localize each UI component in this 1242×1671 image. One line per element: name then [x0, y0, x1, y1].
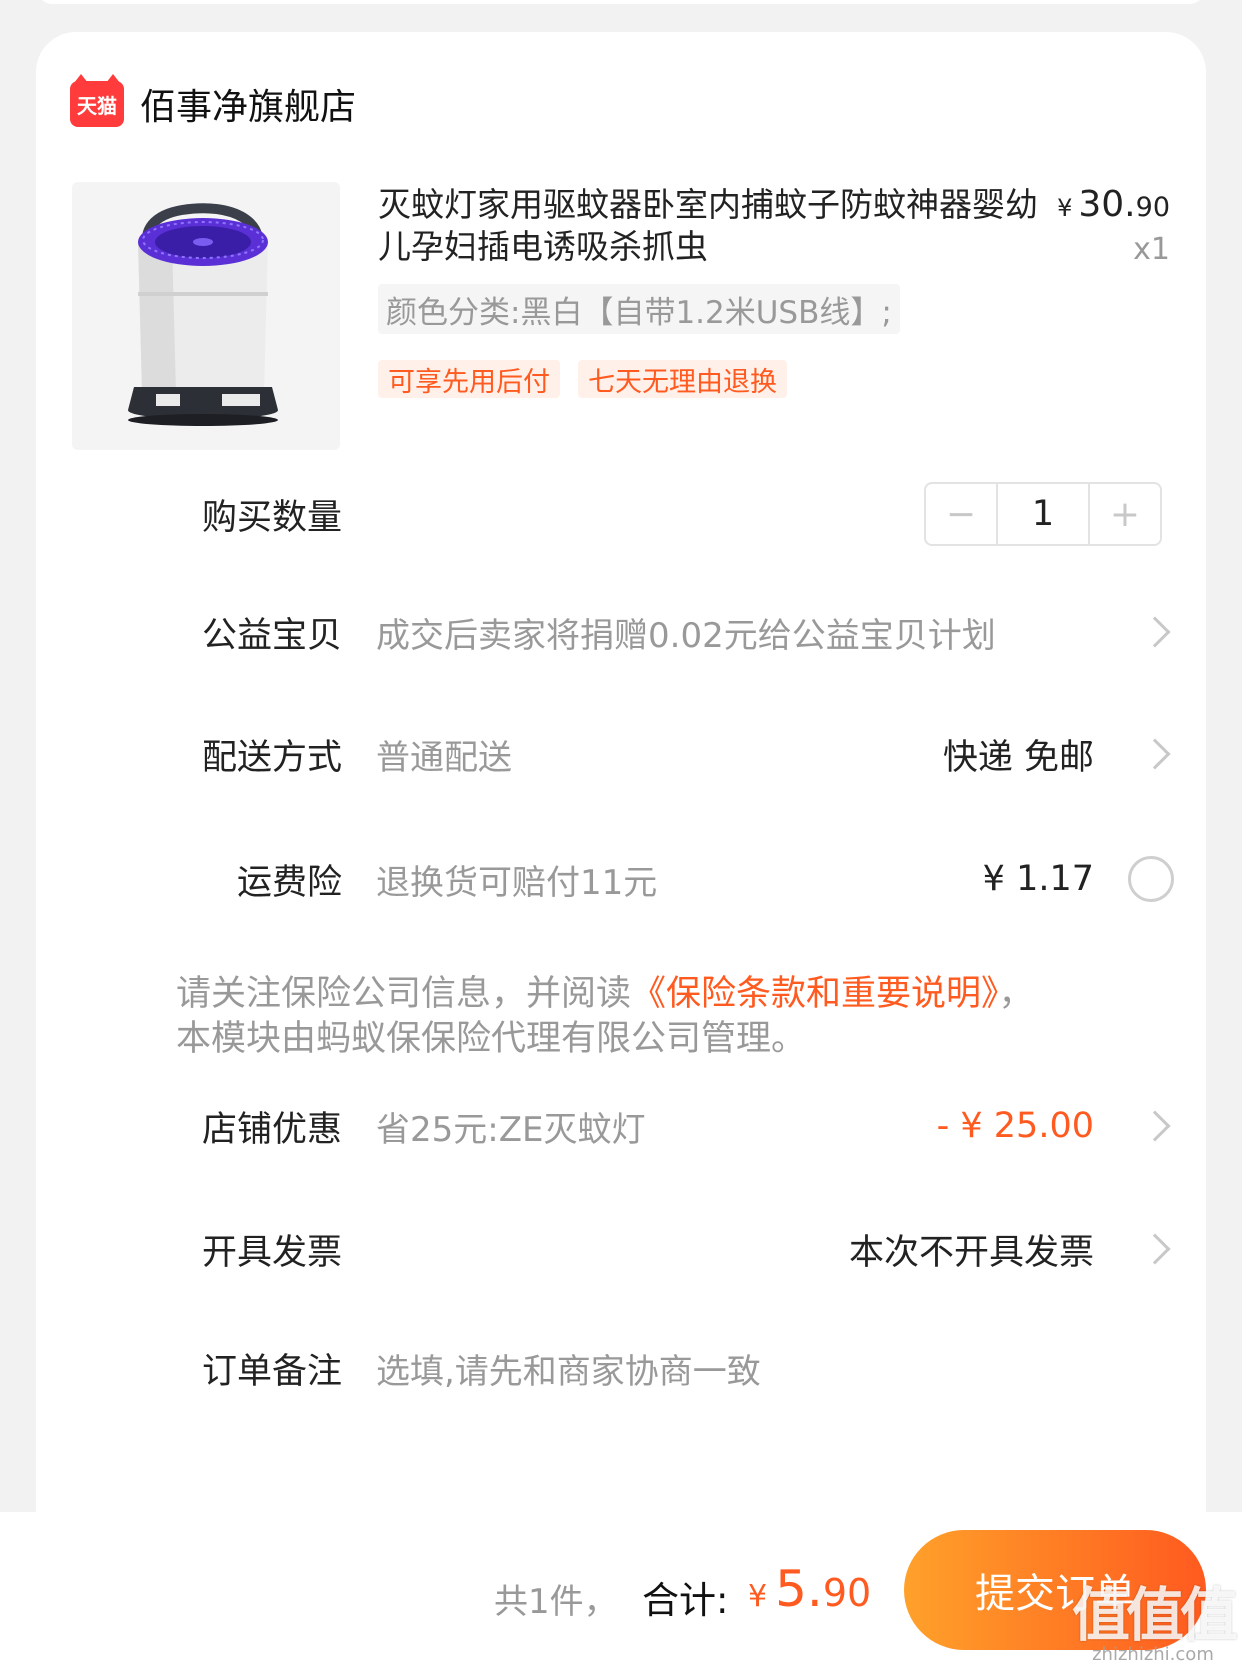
insurance-price: ¥ 1.17 — [982, 859, 1094, 899]
product-title[interactable]: 灭蚊灯家用驱蚊器卧室内捕蚊子防蚊神器婴幼儿孕妇插电诱吸杀抓虫 — [378, 184, 1038, 268]
mosquito-lamp-image — [72, 182, 340, 450]
shipping-desc: 普通配送 — [376, 737, 512, 778]
invoice-label: 开具发票 — [201, 1232, 342, 1273]
discount-value: - ¥ 25.00 — [936, 1106, 1094, 1146]
discount-label: 店铺优惠 — [201, 1109, 342, 1150]
tag-pay-later: 可享先用后付 — [378, 360, 560, 398]
insurance-checkbox[interactable] — [1128, 856, 1174, 902]
store-header[interactable]: 天猫 佰事净旗舰店 — [70, 74, 356, 134]
chevron-right-icon[interactable] — [1139, 738, 1171, 770]
charity-label: 公益宝贝 — [201, 615, 342, 656]
remark-label: 订单备注 — [201, 1351, 342, 1392]
quantity-label: 购买数量 — [201, 497, 342, 538]
tmall-logo-icon: 天猫 — [70, 74, 124, 127]
watermark: 值值值 zhizhizhi.com — [1071, 1581, 1238, 1665]
decrement-button[interactable]: − — [926, 484, 996, 544]
quantity-value[interactable]: 1 — [996, 484, 1090, 544]
product-image[interactable] — [72, 182, 340, 450]
quantity-stepper[interactable]: − 1 + — [924, 482, 1162, 546]
insurance-notice: 请关注保险公司信息，并阅读《保险条款和重要说明》，本模块由蚂蚁保保险代理有限公司… — [176, 974, 1034, 1059]
item-count: 共1件， — [494, 1582, 618, 1622]
invoice-row[interactable]: 开具发票 本次不开具发票 — [36, 1217, 1206, 1281]
shipping-label: 配送方式 — [201, 737, 342, 778]
order-card: 天猫 佰事净旗舰店 灭蚊灯家用驱蚊器卧室内捕蚊子防蚊神器婴幼儿孕妇插电诱吸杀抓虫… — [36, 32, 1206, 1671]
chevron-right-icon[interactable] — [1139, 1233, 1171, 1265]
invoice-value: 本次不开具发票 — [848, 1232, 1094, 1273]
previous-card-edge — [36, 0, 1206, 4]
total-label: 合计: — [642, 1579, 729, 1622]
shipping-value: 快递 免邮 — [942, 737, 1094, 778]
shipping-row[interactable]: 配送方式 普通配送 快递 免邮 — [36, 722, 1206, 786]
product-quantity: x1 — [1133, 232, 1170, 267]
charity-desc: 成交后卖家将捐赠0.02元给公益宝贝计划 — [376, 615, 996, 656]
remark-input[interactable]: 选填,请先和商家协商一致 — [376, 1344, 761, 1393]
total-amount: ¥5.90 — [748, 1560, 872, 1618]
insurance-row[interactable]: 运费险 退换货可赔付11元 ¥ 1.17 — [36, 847, 1206, 911]
chevron-right-icon[interactable] — [1139, 616, 1171, 648]
tag-seven-day-return: 七天无理由退换 — [578, 360, 787, 398]
discount-desc: 省25元:ZE灭蚊灯 — [376, 1109, 646, 1150]
remark-row[interactable]: 订单备注 选填,请先和商家协商一致 — [36, 1336, 1206, 1400]
service-tags: 可享先用后付 七天无理由退换 — [378, 360, 787, 398]
product-sku[interactable]: 颜色分类:黑白【自带1.2米USB线】; — [378, 284, 900, 334]
store-name[interactable]: 佰事净旗舰店 — [140, 78, 356, 130]
charity-row[interactable]: 公益宝贝 成交后卖家将捐赠0.02元给公益宝贝计划 — [36, 600, 1206, 664]
product-price: ¥30.90 — [1057, 184, 1170, 225]
chevron-right-icon[interactable] — [1139, 1110, 1171, 1142]
discount-row[interactable]: 店铺优惠 省25元:ZE灭蚊灯 - ¥ 25.00 — [36, 1094, 1206, 1158]
insurance-terms-link[interactable]: 《保险条款和重要说明》 — [631, 974, 999, 1014]
increment-button[interactable]: + — [1090, 484, 1160, 544]
insurance-label: 运费险 — [236, 862, 342, 903]
insurance-desc: 退换货可赔付11元 — [376, 862, 658, 903]
